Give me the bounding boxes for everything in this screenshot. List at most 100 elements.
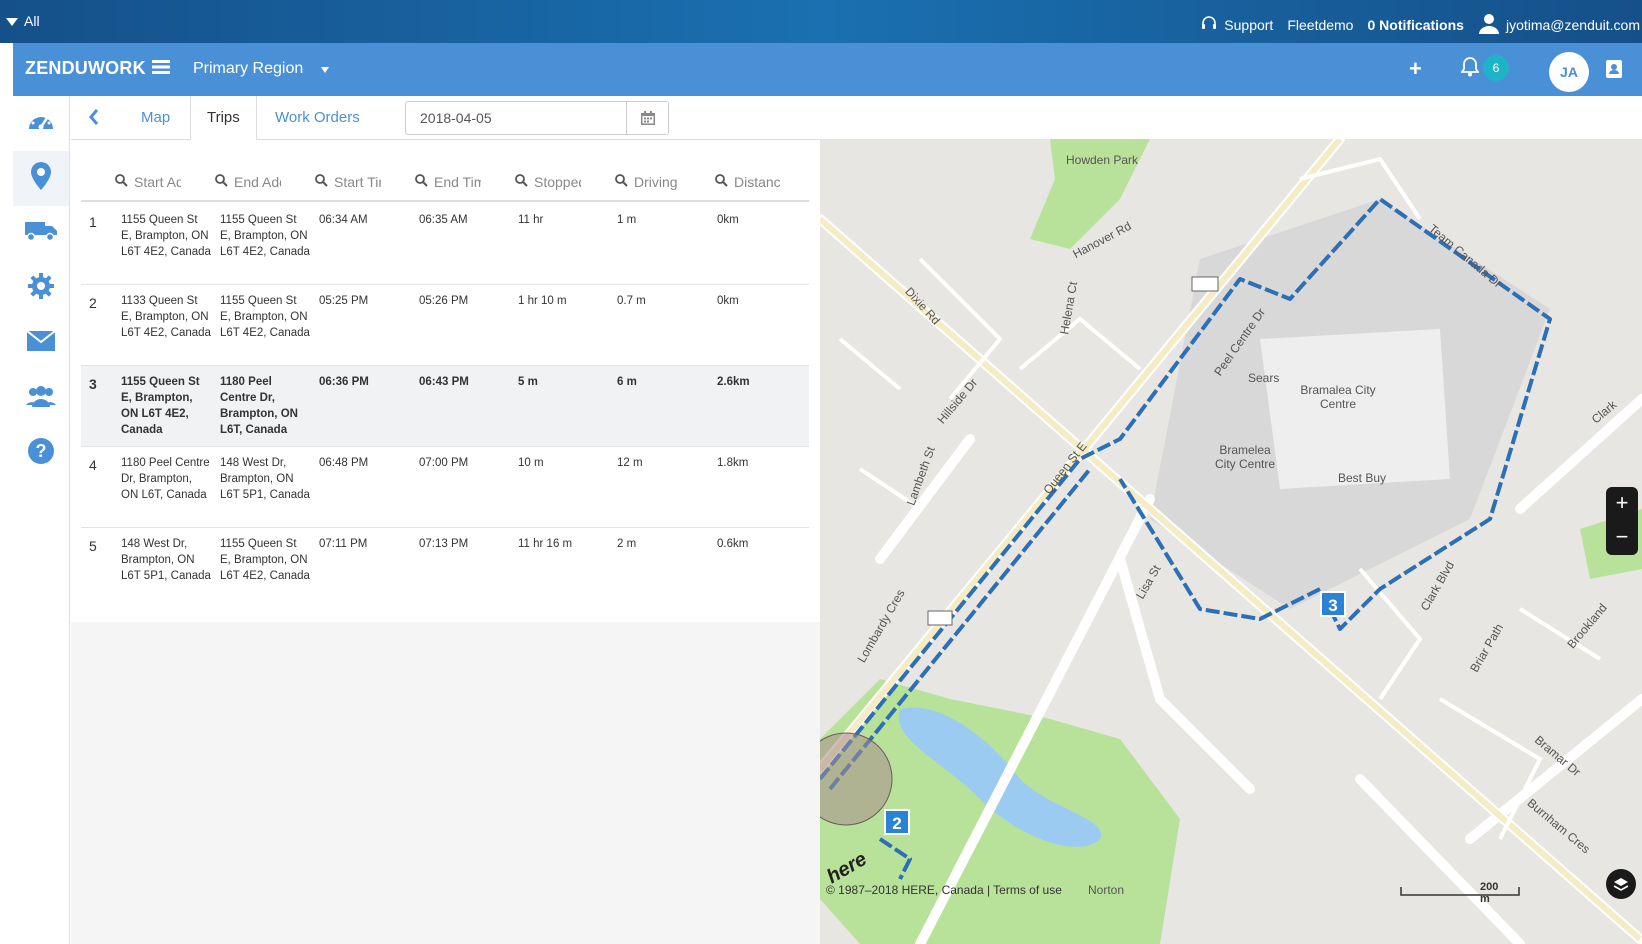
column-driving[interactable]: Driving (581, 164, 681, 200)
sidebar-item-messages[interactable] (13, 316, 69, 371)
bell-icon[interactable] (1460, 57, 1480, 82)
truck-icon (25, 220, 57, 247)
row-number: 3 (89, 376, 97, 392)
search-icon (615, 174, 628, 190)
table-row[interactable]: 5 148 West Dr, Brampton, ON L6T 5P1, Can… (81, 528, 809, 609)
search-icon (415, 174, 428, 190)
cell-driving: 1 m (617, 214, 637, 226)
layers-icon[interactable] (1606, 869, 1636, 899)
contacts-icon[interactable] (1605, 59, 1623, 84)
app-bar: ZENDUWORK Primary Region + 6 JA (13, 43, 1642, 96)
tab-map[interactable]: Map (125, 96, 186, 140)
cell-distance: 1.8km (717, 457, 749, 469)
sidebar-item-help[interactable]: ? (13, 426, 69, 481)
support-link[interactable]: Support (1200, 14, 1273, 35)
cell-distance: 0km (717, 295, 739, 307)
calendar-icon[interactable] (626, 102, 668, 134)
sidebar-item-vehicles[interactable] (13, 206, 69, 261)
cell-start-address: 1180 Peel Centre Dr, Brampton, ON L6T, C… (121, 457, 210, 501)
cell-stopped: 1 hr 10 m (518, 295, 567, 307)
cell-distance: 0.6km (717, 538, 749, 550)
column-distance[interactable]: Distance (681, 164, 781, 200)
date-picker (405, 101, 669, 135)
column-stopped[interactable]: Stopped (481, 164, 581, 200)
cell-distance: 0km (717, 214, 739, 226)
cell-end-time: 07:00 PM (419, 457, 469, 469)
table-row[interactable]: 3 1155 Queen St E, Brampton, ON L6T 4E2,… (81, 366, 809, 447)
caret-down-icon (6, 13, 18, 29)
tab-trips[interactable]: Trips (190, 96, 257, 141)
row-number: 4 (89, 457, 97, 473)
map-label: Bramelea City Centre (1214, 443, 1276, 471)
notifications-link[interactable]: 0 Notifications (1367, 17, 1463, 33)
map-label: Bramalea City Centre (1300, 383, 1376, 411)
filter-dropdown[interactable]: All (6, 13, 40, 29)
map-scale-label: 200 m (1480, 881, 1499, 905)
users-icon (26, 385, 56, 412)
brand-menu[interactable]: ZENDUWORK (25, 58, 170, 79)
column-end-time[interactable]: End Time (381, 164, 481, 200)
row-number: 5 (89, 538, 97, 554)
avatar[interactable]: JA (1549, 52, 1589, 92)
cell-driving: 6 m (617, 376, 637, 388)
cell-driving: 0.7 m (617, 295, 646, 307)
search-icon (715, 174, 728, 190)
map-label: Norton (1088, 883, 1125, 897)
sidebar-item-settings[interactable] (13, 261, 69, 316)
search-icon (115, 174, 128, 190)
cell-start-address: 1133 Queen St E, Brampton, ON L6T 4E2, C… (121, 295, 211, 339)
user-email: jyotima@zenduit.com (1505, 16, 1640, 33)
headset-icon (1200, 14, 1218, 35)
map-copyright[interactable]: © 1987–2018 HERE, Canada | Terms of use (826, 883, 1062, 897)
table-row[interactable]: 2 1133 Queen St E, Brampton, ON L6T 4E2,… (81, 285, 809, 366)
cell-end-time: 05:26 PM (419, 295, 469, 307)
user-menu[interactable]: jyotima@zenduit.com (1478, 12, 1640, 37)
map-label: Howden Park (1066, 153, 1139, 167)
sidebar-item-users[interactable] (13, 371, 69, 426)
map-marker-icon (31, 162, 51, 195)
add-icon[interactable]: + (1409, 56, 1422, 82)
cell-end-time: 07:13 PM (419, 538, 469, 550)
column-end-address[interactable]: End Addres (181, 164, 281, 200)
support-label: Support (1224, 16, 1274, 33)
table-header: Start Addre End Addres Start Time End Ti… (81, 164, 809, 202)
zoom-out-button[interactable]: − (1606, 521, 1638, 555)
region-selector[interactable]: Primary Region (193, 60, 330, 78)
zoom-in-button[interactable]: + (1606, 487, 1638, 521)
dashboard-icon (27, 109, 55, 138)
gear-icon (27, 272, 55, 305)
cell-stopped: 11 hr (518, 214, 544, 226)
column-start-time[interactable]: Start Time (281, 164, 381, 200)
account-link[interactable]: Fleetdemo (1287, 17, 1353, 33)
trip-marker[interactable]: 2 (884, 809, 910, 835)
row-number: 2 (89, 295, 97, 311)
hamburger-icon (151, 58, 170, 79)
notification-badge: 6 (1483, 55, 1509, 81)
brand-logo: ZENDUWORK (25, 58, 146, 78)
envelope-icon (26, 330, 56, 356)
cell-end-address: 1180 Peel Centre Dr, Brampton, ON L6T, C… (220, 376, 298, 436)
tab-work-orders[interactable]: Work Orders (259, 96, 376, 140)
cell-end-address: 1155 Queen St E, Brampton, ON L6T 4E2, C… (220, 538, 310, 582)
help-icon: ? (27, 437, 55, 470)
filter-label: All (24, 13, 40, 29)
cell-start-address: 1155 Queen St E, Brampton, ON L6T 4E2, C… (121, 214, 211, 258)
cell-start-time: 06:34 AM (319, 214, 368, 226)
caret-down-icon (321, 60, 330, 78)
trip-marker[interactable]: 3 (1320, 591, 1346, 617)
sidebar-item-map[interactable] (13, 151, 69, 206)
map-view[interactable]: Howden Park Hanover Rd Dixie Rd Helena C… (820, 139, 1642, 944)
cell-driving: 2 m (617, 538, 637, 550)
table-row[interactable]: 1 1155 Queen St E, Brampton, ON L6T 4E2,… (81, 204, 809, 285)
date-input[interactable] (406, 102, 626, 134)
user-icon (1478, 12, 1500, 37)
sidebar-item-dashboard[interactable] (13, 96, 69, 151)
cell-start-time: 06:48 PM (319, 457, 369, 469)
cell-stopped: 5 m (518, 376, 538, 388)
sidebar: ? (13, 96, 70, 944)
table-row[interactable]: 4 1180 Peel Centre Dr, Brampton, ON L6T,… (81, 447, 809, 528)
column-start-address[interactable]: Start Addre (81, 164, 181, 200)
back-chevron-icon[interactable] (89, 109, 99, 130)
trips-table: Start Addre End Addres Start Time End Ti… (71, 140, 821, 622)
cell-end-time: 06:35 AM (419, 214, 468, 226)
